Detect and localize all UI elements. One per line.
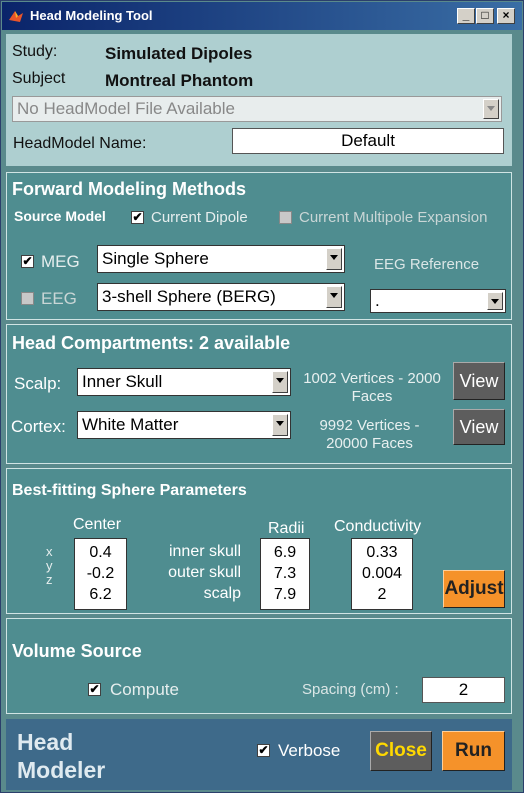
verbose-label: Verbose	[278, 741, 341, 760]
radii-header: Radii	[268, 520, 305, 537]
run-button[interactable]: Run	[442, 731, 505, 771]
chevron-down-icon	[326, 286, 342, 308]
axis-y-label: y	[46, 558, 53, 573]
view-scalp-button[interactable]: View	[453, 362, 505, 400]
eeg-method-select[interactable]: 3-shell Sphere (BERG)	[97, 283, 345, 311]
maximize-button[interactable]: □	[476, 8, 494, 24]
radii-values[interactable]: 6.9 7.3 7.9	[260, 538, 310, 610]
eeg-method-value: 3-shell Sphere (BERG)	[102, 287, 276, 306]
sphere-parameters-panel: Best-fitting Sphere Parameters Center x …	[6, 468, 512, 614]
multipole-checkbox[interactable]	[279, 211, 292, 224]
conductivity-inner-skull-value: 0.33	[366, 544, 398, 561]
footer-panel: Head Modeler ✔ Verbose Close Run	[6, 719, 512, 790]
center-x-value: 0.4	[89, 544, 112, 561]
cortex-info: 9992 Vertices - 20000 Faces	[319, 417, 420, 452]
cortex-select[interactable]: White Matter	[77, 411, 291, 439]
minimize-button[interactable]: _	[457, 8, 475, 24]
study-info-panel: Study: Simulated Dipoles Subject Montrea…	[6, 34, 512, 166]
conductivity-values[interactable]: 0.33 0.004 2	[351, 538, 413, 610]
meg-method-value: Single Sphere	[102, 249, 209, 268]
meg-checkbox[interactable]: ✔	[21, 255, 34, 268]
layer-scalp-label: scalp	[203, 585, 241, 602]
brand-title: Head Modeler	[17, 728, 105, 784]
layer-outer-skull-label: outer skull	[168, 564, 241, 581]
scalp-label: Scalp:	[14, 374, 62, 393]
eeg-reference-select[interactable]: .	[370, 289, 506, 313]
headmodel-name-label: HeadModel Name:	[13, 135, 147, 152]
layer-inner-skull-label: inner skull	[168, 543, 241, 560]
forward-modeling-panel: Forward Modeling Methods Source Model ✔ …	[6, 172, 512, 320]
brand-line-2: Modeler	[17, 757, 106, 783]
axis-labels: x y z	[46, 545, 53, 587]
center-z-value: 6.2	[89, 586, 112, 603]
axis-z-label: z	[46, 572, 53, 587]
layer-labels: inner skull outer skull scalp	[147, 541, 241, 604]
eeg-label: EEG	[41, 289, 77, 308]
scalp-info: 1002 Vertices - 2000 Faces	[303, 370, 441, 405]
chevron-down-icon	[487, 292, 503, 310]
study-label: Study:	[12, 43, 58, 60]
compute-checkbox[interactable]: ✔	[88, 683, 101, 696]
eeg-reference-label: EEG Reference	[374, 256, 480, 273]
current-dipole-label: Current Dipole	[151, 209, 248, 226]
chevron-down-icon	[483, 99, 499, 119]
adjust-button[interactable]: Adjust	[443, 570, 505, 608]
volume-source-title: Volume Source	[12, 641, 142, 661]
compute-label: Compute	[110, 680, 179, 699]
conductivity-scalp-value: 2	[377, 586, 387, 603]
chevron-down-icon	[272, 414, 288, 436]
center-header: Center	[73, 516, 122, 533]
subject-label: Subject	[12, 70, 66, 87]
eeg-reference-value: .	[375, 291, 380, 310]
study-value: Simulated Dipoles	[105, 44, 253, 63]
chevron-down-icon	[272, 371, 288, 393]
volume-source-panel: Volume Source ✔ Compute Spacing (cm) : 2	[6, 618, 512, 714]
meg-label: MEG	[41, 252, 80, 271]
title-bar: Head Modeling Tool _ □ ×	[2, 2, 522, 30]
headmodel-file-select[interactable]: No HeadModel File Available	[12, 96, 502, 122]
close-window-button[interactable]: ×	[497, 8, 515, 24]
head-compartments-panel: Head Compartments: 2 available Scalp: In…	[6, 324, 512, 464]
center-y-value: -0.2	[86, 565, 115, 582]
conductivity-header: Conductivity	[334, 518, 422, 535]
radius-outer-skull-value: 7.3	[273, 565, 297, 582]
close-button[interactable]: Close	[370, 731, 432, 771]
headmodel-name-input[interactable]: Default	[232, 128, 504, 154]
head-compartments-title: Head Compartments: 2 available	[12, 333, 291, 353]
meg-method-select[interactable]: Single Sphere	[97, 245, 345, 273]
brand-line-1: Head	[17, 729, 74, 755]
verbose-checkbox[interactable]: ✔	[257, 744, 270, 757]
scalp-value: Inner Skull	[82, 372, 163, 391]
center-values[interactable]: 0.4 -0.2 6.2	[74, 538, 127, 610]
headmodel-file-value: No HeadModel File Available	[17, 99, 235, 118]
cortex-label: Cortex:	[11, 417, 66, 436]
axis-x-label: x	[46, 544, 53, 559]
spacing-label: Spacing (cm) :	[302, 681, 399, 698]
radius-inner-skull-value: 6.9	[273, 544, 297, 561]
conductivity-outer-skull-value: 0.004	[361, 565, 403, 582]
forward-modeling-title: Forward Modeling Methods	[12, 179, 246, 199]
source-model-label: Source Model	[14, 208, 106, 224]
matlab-logo-icon	[9, 11, 23, 22]
eeg-checkbox[interactable]	[21, 292, 34, 305]
cortex-value: White Matter	[82, 415, 179, 434]
sphere-parameters-title: Best-fitting Sphere Parameters	[12, 482, 247, 499]
multipole-label: Current Multipole Expansion	[299, 209, 488, 226]
spacing-input[interactable]: 2	[422, 677, 505, 703]
view-cortex-button[interactable]: View	[453, 409, 505, 445]
subject-value: Montreal Phantom	[105, 71, 254, 90]
scalp-select[interactable]: Inner Skull	[77, 368, 291, 396]
radius-scalp-value: 7.9	[273, 586, 297, 603]
head-modeling-window: Head Modeling Tool _ □ × Study: Simulate…	[0, 0, 524, 793]
window-title: Head Modeling Tool	[30, 8, 153, 23]
current-dipole-checkbox[interactable]: ✔	[131, 211, 144, 224]
chevron-down-icon	[326, 248, 342, 270]
